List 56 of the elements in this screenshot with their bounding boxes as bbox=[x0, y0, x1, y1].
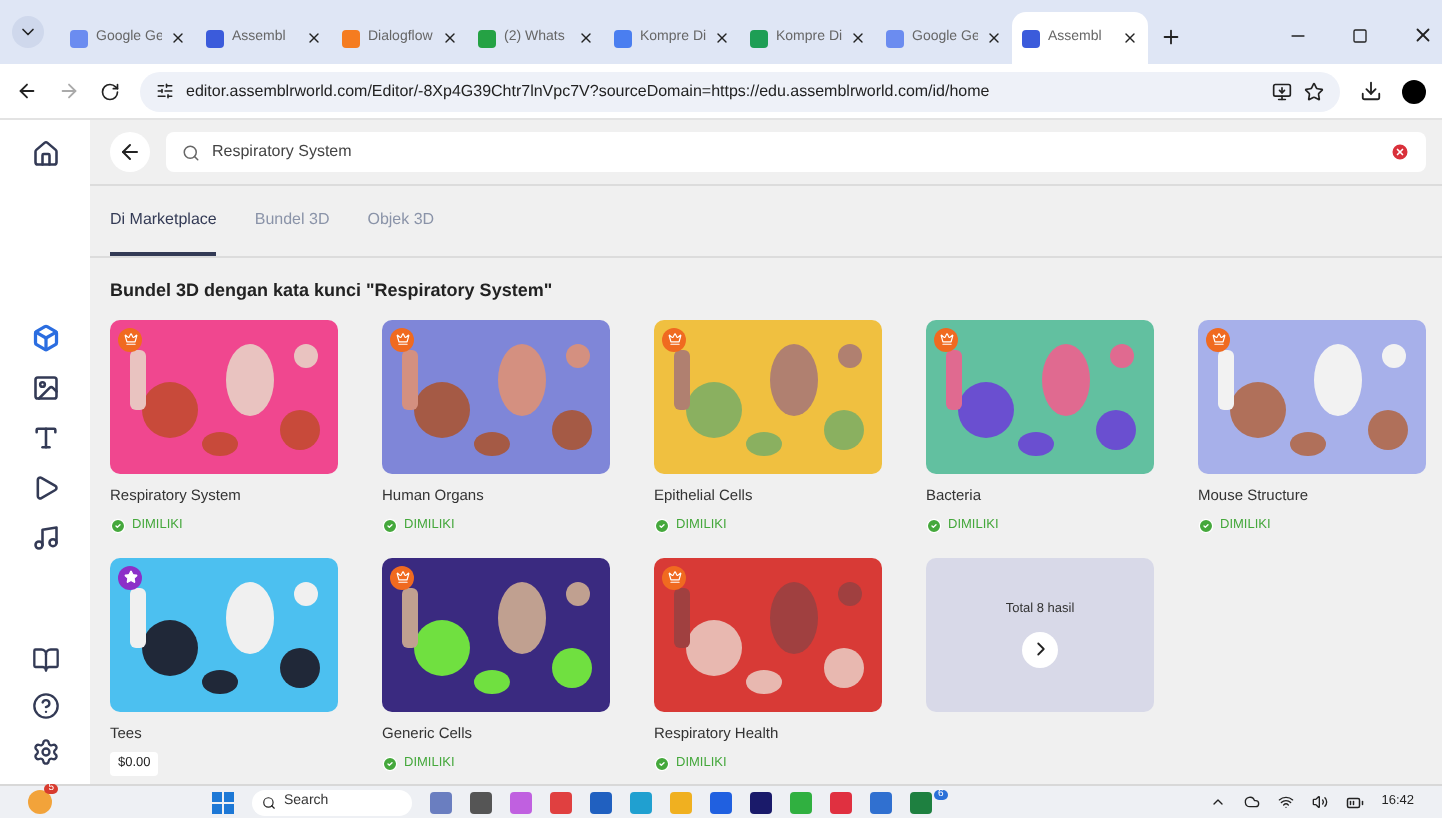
wifi-icon[interactable] bbox=[1277, 794, 1294, 810]
arrow-left-icon bbox=[118, 140, 142, 164]
address-bar[interactable]: editor.assemblrworld.com/Editor/-8Xp4G39Chtr7lnVpc7V?sourceDomain=https://edu.assemblrworld.com/id/home bbox=[140, 71, 1340, 111]
close-icon[interactable] bbox=[850, 30, 866, 46]
back-icon[interactable] bbox=[16, 80, 38, 102]
close-icon[interactable] bbox=[578, 30, 594, 46]
close-window-icon[interactable] bbox=[1412, 24, 1434, 46]
settings-icon[interactable] bbox=[31, 738, 59, 766]
close-icon[interactable] bbox=[442, 30, 458, 46]
search-icon bbox=[262, 795, 276, 809]
new-tab-icon[interactable] bbox=[1160, 26, 1182, 48]
close-icon[interactable] bbox=[986, 30, 1002, 46]
play-icon[interactable] bbox=[31, 474, 59, 502]
profile-avatar[interactable] bbox=[1402, 79, 1426, 103]
app-icon[interactable] bbox=[470, 791, 492, 813]
favicon-icon bbox=[614, 29, 632, 47]
cube-icon[interactable] bbox=[31, 324, 59, 352]
install-icon[interactable] bbox=[1272, 81, 1292, 101]
battery-icon[interactable] bbox=[1345, 793, 1364, 811]
close-icon[interactable] bbox=[170, 30, 186, 46]
text-size-icon[interactable] bbox=[31, 424, 59, 452]
download-icon[interactable] bbox=[1360, 80, 1382, 102]
book-icon[interactable] bbox=[31, 646, 59, 674]
favicon-icon bbox=[342, 29, 360, 47]
reload-icon[interactable] bbox=[100, 81, 120, 101]
favicon-icon bbox=[750, 29, 768, 47]
search-text: Respiratory System bbox=[212, 140, 354, 164]
tab[interactable]: Di Marketplace bbox=[110, 186, 217, 256]
close-icon[interactable] bbox=[1122, 30, 1138, 46]
close-icon[interactable] bbox=[714, 30, 730, 46]
app-icon[interactable] bbox=[750, 791, 772, 813]
tab-list-button[interactable] bbox=[12, 16, 44, 48]
restore-icon[interactable] bbox=[1352, 28, 1368, 44]
favicon-icon bbox=[70, 29, 88, 47]
help-icon[interactable] bbox=[31, 692, 59, 720]
site-info-icon[interactable] bbox=[156, 82, 174, 100]
favicon-icon bbox=[206, 29, 224, 47]
favicon-icon bbox=[1022, 29, 1040, 47]
search-field[interactable]: Respiratory System bbox=[166, 132, 1426, 172]
clear-icon[interactable] bbox=[1390, 142, 1410, 162]
close-icon[interactable] bbox=[306, 30, 322, 46]
cloud-icon[interactable] bbox=[1243, 794, 1260, 810]
volume-icon[interactable] bbox=[1311, 794, 1328, 810]
tray-chevron-icon[interactable] bbox=[1209, 794, 1226, 810]
bookmark-icon[interactable] bbox=[1304, 81, 1324, 101]
music-note-icon[interactable] bbox=[31, 524, 59, 552]
search-icon bbox=[182, 143, 200, 161]
favicon-icon bbox=[478, 29, 496, 47]
image-icon[interactable] bbox=[31, 374, 59, 402]
favicon-icon bbox=[886, 29, 904, 47]
url-text: editor.assemblrworld.com/Editor/-8Xp4G39Chtr7lnVpc7V?sourceDomain=https://edu.assemblrworld.com/id/home bbox=[186, 79, 992, 103]
home-icon[interactable] bbox=[31, 140, 59, 168]
results-heading: Bundel 3D dengan kata kunci "Respiratory System" bbox=[108, 278, 555, 304]
start-icon[interactable] bbox=[212, 791, 234, 813]
back-button[interactable] bbox=[110, 132, 150, 172]
next-button[interactable] bbox=[1022, 631, 1058, 668]
